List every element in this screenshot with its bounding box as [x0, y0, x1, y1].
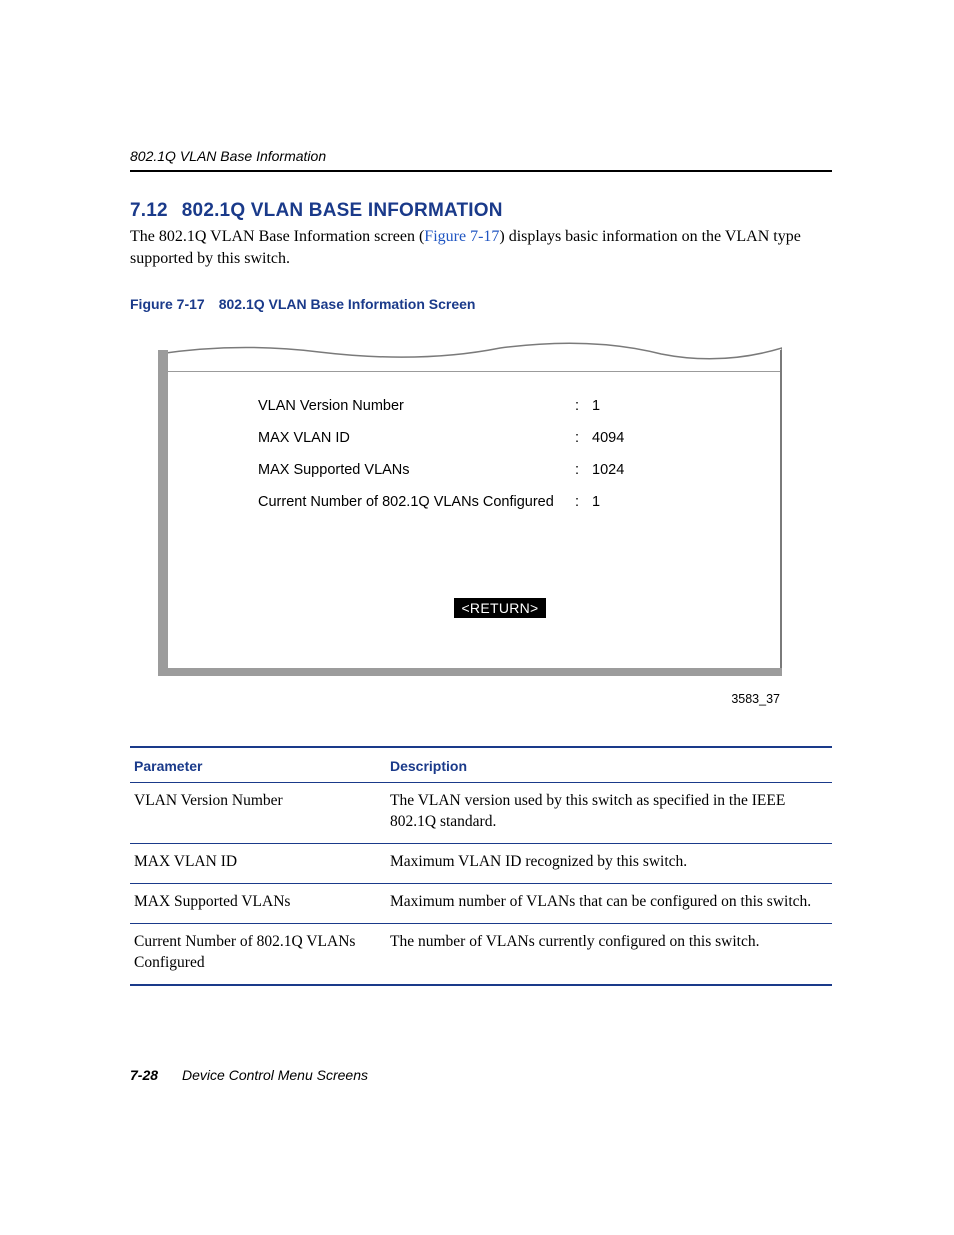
info-value: 1 — [586, 494, 600, 510]
frame-left-border — [158, 350, 168, 676]
colon: : — [568, 398, 586, 414]
info-value: 1024 — [586, 462, 624, 478]
figure-reference-link[interactable]: Figure 7-17 — [424, 228, 499, 245]
info-row: Current Number of 802.1Q VLANs Configure… — [258, 486, 742, 518]
info-label: Current Number of 802.1Q VLANs Configure… — [258, 494, 568, 510]
colon: : — [568, 494, 586, 510]
figure-caption-text: 802.1Q VLAN Base Information Screen — [219, 296, 476, 312]
desc-cell: Maximum VLAN ID recognized by this switc… — [386, 844, 832, 884]
page: 802.1Q VLAN Base Information 7.12 802.1Q … — [0, 0, 954, 1235]
para-pre: The 802.1Q VLAN Base Information screen … — [130, 228, 424, 245]
table-row: Current Number of 802.1Q VLANs Configure… — [130, 923, 832, 984]
torn-edge-icon — [158, 342, 782, 372]
terminal-frame: VLAN Version Number : 1 MAX VLAN ID : 40… — [158, 350, 782, 676]
info-row: MAX VLAN ID : 4094 — [258, 422, 742, 454]
frame-bottom-border — [158, 668, 782, 676]
info-label: MAX VLAN ID — [258, 430, 568, 446]
table-header-description: Description — [386, 747, 832, 783]
page-number: 7-28 — [130, 1067, 158, 1083]
desc-cell: The number of VLANs currently configured… — [386, 923, 832, 984]
parameter-table: Parameter Description VLAN Version Numbe… — [130, 746, 832, 986]
table-header-parameter: Parameter — [130, 747, 386, 783]
info-value: 4094 — [586, 430, 624, 446]
table-row: MAX Supported VLANs Maximum number of VL… — [130, 883, 832, 923]
terminal-content: VLAN Version Number : 1 MAX VLAN ID : 40… — [258, 390, 742, 646]
figure-screenshot: VLAN Version Number : 1 MAX VLAN ID : 40… — [130, 344, 832, 684]
intro-paragraph: The 802.1Q VLAN Base Information screen … — [130, 226, 832, 270]
figure-number: Figure 7-17 — [130, 296, 205, 312]
page-footer: 7-28 Device Control Menu Screens — [130, 1067, 368, 1083]
chapter-title: Device Control Menu Screens — [182, 1067, 368, 1083]
param-cell: MAX VLAN ID — [130, 844, 386, 884]
info-value: 1 — [586, 398, 600, 414]
return-button[interactable]: <RETURN> — [454, 598, 546, 618]
section-number: 7.12 — [130, 200, 168, 221]
info-row: MAX Supported VLANs : 1024 — [258, 454, 742, 486]
section-title-text: 802.1Q VLAN BASE INFORMATION — [182, 200, 503, 221]
info-label: VLAN Version Number — [258, 398, 568, 414]
figure-caption: Figure 7-17 802.1Q VLAN Base Information … — [130, 296, 832, 312]
param-cell: MAX Supported VLANs — [130, 883, 386, 923]
table-row: MAX VLAN ID Maximum VLAN ID recognized b… — [130, 844, 832, 884]
info-row: VLAN Version Number : 1 — [258, 390, 742, 422]
table-header-row: Parameter Description — [130, 747, 832, 783]
desc-cell: The VLAN version used by this switch as … — [386, 783, 832, 844]
table-row: VLAN Version Number The VLAN version use… — [130, 783, 832, 844]
colon: : — [568, 462, 586, 478]
info-label: MAX Supported VLANs — [258, 462, 568, 478]
section-heading: 7.12 802.1Q VLAN BASE INFORMATION — [130, 200, 832, 222]
frame-right-border — [780, 350, 782, 676]
param-cell: Current Number of 802.1Q VLANs Configure… — [130, 923, 386, 984]
desc-cell: Maximum number of VLANs that can be conf… — [386, 883, 832, 923]
colon: : — [568, 430, 586, 446]
param-cell: VLAN Version Number — [130, 783, 386, 844]
running-header: 802.1Q VLAN Base Information — [130, 148, 832, 172]
figure-id-label: 3583_37 — [731, 692, 780, 706]
